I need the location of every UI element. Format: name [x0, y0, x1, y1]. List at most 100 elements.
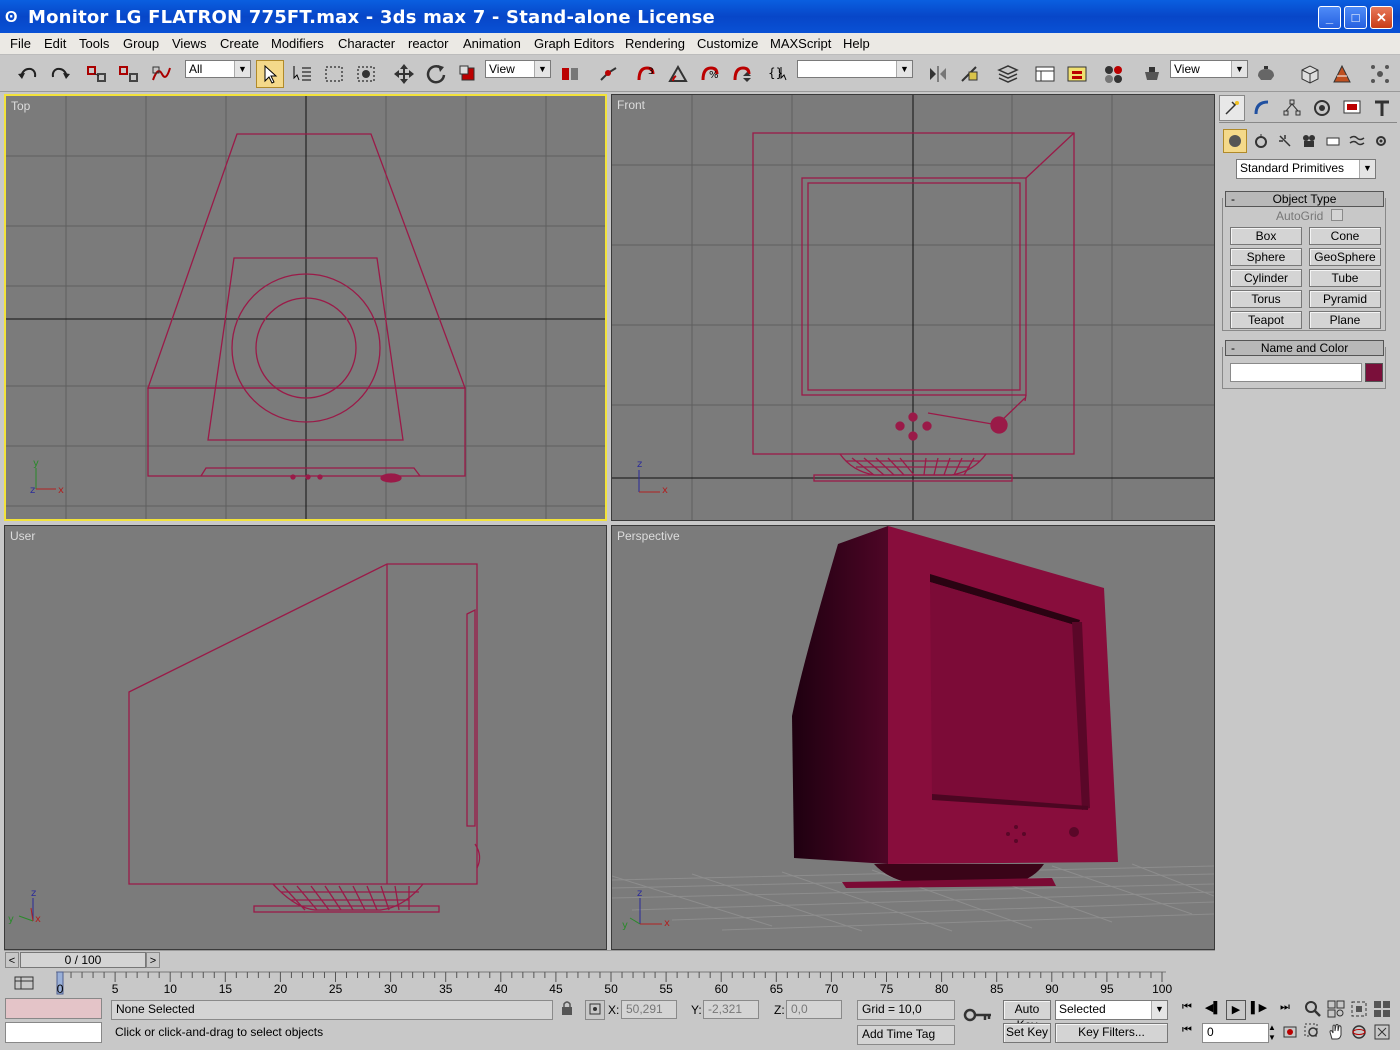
snaps-toggle-icon[interactable]: 3 [632, 60, 660, 88]
select-and-scale-icon[interactable] [454, 60, 482, 88]
edit-named-selections-icon[interactable]: {} [765, 60, 793, 88]
x-coordinate-field[interactable]: 50,291 [621, 1000, 677, 1019]
render-scene-icon[interactable] [1138, 60, 1166, 88]
angle-snap-toggle-icon[interactable] [664, 60, 692, 88]
menu-create[interactable]: Create [220, 36, 259, 51]
menu-modifiers[interactable]: Modifiers [271, 36, 324, 51]
spinner-snap-icon[interactable] [728, 60, 756, 88]
menu-graph-editors[interactable]: Graph Editors [534, 36, 614, 51]
select-and-rotate-icon[interactable] [422, 60, 450, 88]
autogrid-checkbox[interactable] [1331, 209, 1343, 221]
shapes-icon[interactable] [1249, 129, 1273, 153]
redo-icon[interactable] [46, 60, 74, 88]
object-name-input[interactable] [1230, 363, 1362, 382]
render-type-dropdown[interactable]: View ▼ [1170, 60, 1248, 78]
zoom-extents-all-icon[interactable] [1373, 1000, 1393, 1020]
create-tab-icon[interactable] [1219, 95, 1245, 121]
box-button[interactable]: Box [1230, 227, 1302, 245]
menu-group[interactable]: Group [123, 36, 159, 51]
lights-icon[interactable] [1273, 129, 1297, 153]
systems-icon[interactable] [1369, 129, 1393, 153]
maximize-viewport-icon[interactable] [1373, 1023, 1393, 1043]
time-slider-track[interactable]: < 0 / 100 > [4, 950, 1215, 969]
frame-spinner-icon[interactable]: ▲ ▼ [1268, 1023, 1278, 1043]
menu-reactor[interactable]: reactor [408, 36, 448, 51]
time-slider-thumb[interactable]: 0 / 100 [20, 952, 146, 968]
select-and-manipulate-icon[interactable] [595, 60, 623, 88]
previous-frame-icon[interactable]: ◀▌ [1204, 1001, 1222, 1019]
pyramid-button[interactable]: Pyramid [1309, 290, 1381, 308]
unlink-selection-icon[interactable] [115, 60, 143, 88]
cylinder-button[interactable]: Cylinder [1230, 269, 1302, 287]
named-selection-set-dropdown[interactable]: ▼ [797, 60, 913, 78]
menu-edit[interactable]: Edit [44, 36, 66, 51]
select-object-icon[interactable] [256, 60, 284, 88]
primitive-category-dropdown[interactable]: Standard Primitives ▼ [1236, 159, 1376, 179]
display-tab-icon[interactable] [1339, 95, 1365, 121]
teapot-button[interactable]: Teapot [1230, 311, 1302, 329]
menu-character[interactable]: Character [338, 36, 395, 51]
tube-button[interactable]: Tube [1309, 269, 1381, 287]
selection-filter-dropdown[interactable]: All ▼ [185, 60, 251, 78]
open-mini-curve-editor-icon[interactable] [12, 974, 38, 992]
key-filters-button[interactable]: Key Filters... [1055, 1023, 1168, 1043]
pan-hand-icon[interactable] [1327, 1023, 1347, 1043]
cone-button[interactable]: Cone [1309, 227, 1381, 245]
modify-tab-icon[interactable] [1249, 95, 1275, 121]
reference-coordinate-dropdown[interactable]: View ▼ [485, 60, 551, 78]
set-keys-key-icon[interactable] [959, 1005, 997, 1035]
helpers-icon[interactable] [1321, 129, 1345, 153]
select-and-move-icon[interactable] [390, 60, 418, 88]
modify-stack-icon[interactable] [1328, 60, 1356, 88]
percent-snap-icon[interactable]: % [696, 60, 724, 88]
zoom-all-icon[interactable] [1327, 1000, 1347, 1020]
viewport-front[interactable]: Front z x [611, 94, 1215, 521]
zoom-extents-icon[interactable] [1350, 1000, 1370, 1020]
key-mode-toggle-icon[interactable]: ⏮ [1178, 1024, 1196, 1042]
utilities-tab-icon[interactable] [1369, 95, 1395, 121]
bind-to-space-warp-icon[interactable] [147, 60, 175, 88]
set-key-button[interactable]: Set Key [1003, 1023, 1051, 1043]
time-slider-prev-icon[interactable]: < [5, 952, 19, 968]
go-to-end-icon[interactable]: ⏭ [1276, 1001, 1294, 1019]
menu-help[interactable]: Help [843, 36, 870, 51]
arc-rotate-icon[interactable] [1350, 1023, 1370, 1043]
mirror-icon[interactable] [924, 60, 952, 88]
maximize-button[interactable]: □ [1344, 6, 1367, 29]
z-coordinate-field[interactable]: 0,0 [786, 1000, 842, 1019]
window-crossing-icon[interactable] [352, 60, 380, 88]
use-pivot-point-center-icon[interactable] [556, 60, 584, 88]
material-editor-icon[interactable] [1100, 60, 1128, 88]
plane-button[interactable]: Plane [1309, 311, 1381, 329]
absolute-mode-transform-icon[interactable] [585, 1000, 605, 1020]
torus-button[interactable]: Torus [1230, 290, 1302, 308]
maxscript-listener-pink[interactable] [5, 998, 102, 1019]
cameras-icon[interactable] [1297, 129, 1321, 153]
minimize-button[interactable]: _ [1318, 6, 1341, 29]
current-frame-field[interactable]: 0 [1202, 1023, 1269, 1043]
select-by-name-icon[interactable] [288, 60, 316, 88]
viewport-perspective[interactable]: Perspective z x y [611, 525, 1215, 950]
zoom-icon[interactable] [1304, 1000, 1324, 1020]
layer-manager-icon[interactable] [994, 60, 1022, 88]
play-icon[interactable]: ▶ [1226, 1000, 1246, 1020]
menu-views[interactable]: Views [172, 36, 206, 51]
schematic-view-icon[interactable] [1063, 60, 1091, 88]
auto-key-button[interactable]: Auto Key [1003, 1000, 1051, 1032]
time-configuration-icon[interactable] [1281, 1024, 1299, 1042]
go-to-start-icon[interactable]: ⏮ [1178, 1001, 1196, 1019]
menu-customize[interactable]: Customize [697, 36, 758, 51]
geosphere-button[interactable]: GeoSphere [1309, 248, 1381, 266]
sphere-button[interactable]: Sphere [1230, 248, 1302, 266]
viewport-top[interactable]: Top y x z [4, 94, 607, 521]
key-mode-dropdown[interactable]: Selected ▼ [1055, 1000, 1168, 1020]
maxscript-listener-white[interactable] [5, 1022, 102, 1043]
close-button[interactable]: ✕ [1370, 6, 1393, 29]
3ds-max-icon[interactable]: ʘ [5, 9, 23, 27]
curve-editor-icon[interactable] [1031, 60, 1059, 88]
menu-rendering[interactable]: Rendering [625, 36, 685, 51]
menu-file[interactable]: File [10, 36, 31, 51]
region-zoom-icon[interactable] [1304, 1023, 1324, 1043]
add-time-tag-button[interactable]: Add Time Tag [857, 1025, 955, 1045]
rectangular-selection-region-icon[interactable] [320, 60, 348, 88]
